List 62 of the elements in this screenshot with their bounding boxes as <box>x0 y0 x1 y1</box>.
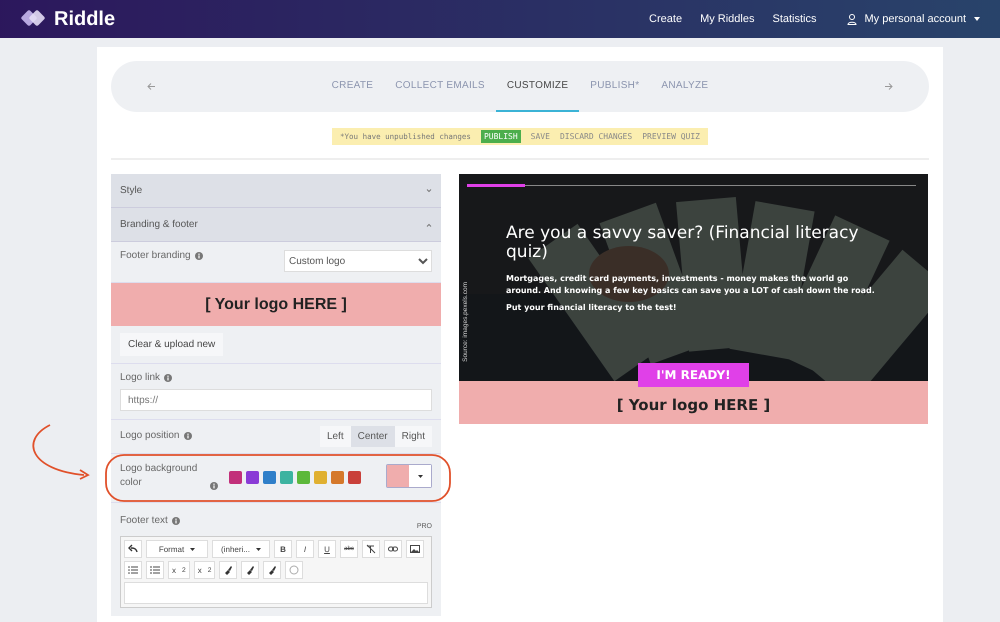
logo-footer: [ Your logo HERE ] <box>459 381 928 424</box>
info-icon <box>210 482 218 490</box>
caret-icon <box>256 548 261 550</box>
footer-branding-select[interactable]: Custom logo <box>284 250 432 272</box>
font-select[interactable]: (inheri... <box>212 540 270 558</box>
position-option[interactable]: Center <box>350 426 395 447</box>
color-swatch[interactable] <box>263 470 276 484</box>
brush-icon[interactable] <box>219 561 238 579</box>
numbered-list-icon[interactable] <box>146 561 164 579</box>
field-label: Logo position <box>120 430 180 441</box>
caret-icon <box>974 17 980 21</box>
quiz-description: Mortgages, credit card payments, investments - money makes the world go around. And knowing a few key basics can save you a LOT of cash down the road. <box>506 273 876 296</box>
user-icon <box>846 14 856 24</box>
brush-icon[interactable] <box>241 561 260 579</box>
caret-icon <box>190 548 196 550</box>
field-label: Footer branding <box>120 250 191 261</box>
quiz-description: Put your financial literacy to the test! <box>506 302 678 313</box>
color-picker[interactable] <box>386 464 432 488</box>
info-icon <box>184 432 192 440</box>
chevron-icon <box>426 188 432 192</box>
accordion-header[interactable]: Style <box>111 174 441 208</box>
annotation-arrow <box>32 424 90 480</box>
color-swatch[interactable] <box>331 470 344 484</box>
logo-banner: [ Your logo HERE ] <box>111 283 441 326</box>
underline-button[interactable]: U <box>318 540 336 558</box>
image-icon[interactable] <box>406 540 424 558</box>
position-option[interactable]: Left <box>320 426 351 447</box>
position-option[interactable]: Right <box>394 426 432 447</box>
color-swatch[interactable] <box>246 470 259 484</box>
color-swatch[interactable] <box>314 470 327 484</box>
color-swatch[interactable] <box>348 470 361 484</box>
quiz-title: Are you a savvy saver? (Financial literacy quiz) <box>506 224 860 262</box>
step-tab[interactable]: CUSTOMIZE <box>496 61 580 112</box>
italic-button[interactable]: I <box>296 540 314 558</box>
info-icon <box>172 516 180 524</box>
back-arrow-icon[interactable] <box>147 83 155 90</box>
clear-upload-button[interactable]: Clear & upload new <box>120 333 224 356</box>
account-menu[interactable]: My personal account <box>864 13 966 25</box>
caret-icon <box>418 474 422 478</box>
format-select[interactable]: Format <box>146 540 208 558</box>
field-label: Logo link <box>120 372 160 383</box>
color-swatch[interactable] <box>229 470 242 484</box>
field-label: Footer text <box>120 515 168 526</box>
bold-button[interactable]: B <box>274 540 292 558</box>
nav-link[interactable]: Create <box>649 13 682 25</box>
undo-icon[interactable] <box>124 540 142 558</box>
link-icon[interactable] <box>384 540 402 558</box>
chevron-icon <box>426 222 432 226</box>
bullet-list-icon[interactable] <box>124 561 142 579</box>
accordion-header[interactable]: Branding & footer <box>111 208 441 242</box>
logo-link-field[interactable]: https:// <box>120 389 432 411</box>
brand-logo[interactable]: Riddle <box>20 8 116 30</box>
nav-link[interactable]: Statistics <box>772 13 816 25</box>
info-icon <box>164 374 172 382</box>
color-swatch[interactable] <box>297 470 310 484</box>
nav-link[interactable]: My Riddles <box>700 13 754 25</box>
color-swatch[interactable] <box>280 470 293 484</box>
forward-arrow-icon[interactable] <box>884 83 893 90</box>
info-icon <box>194 252 203 260</box>
brush-icon[interactable] <box>263 561 282 579</box>
clear-format-icon[interactable] <box>362 540 380 558</box>
field-label: Logo background color <box>120 462 198 490</box>
